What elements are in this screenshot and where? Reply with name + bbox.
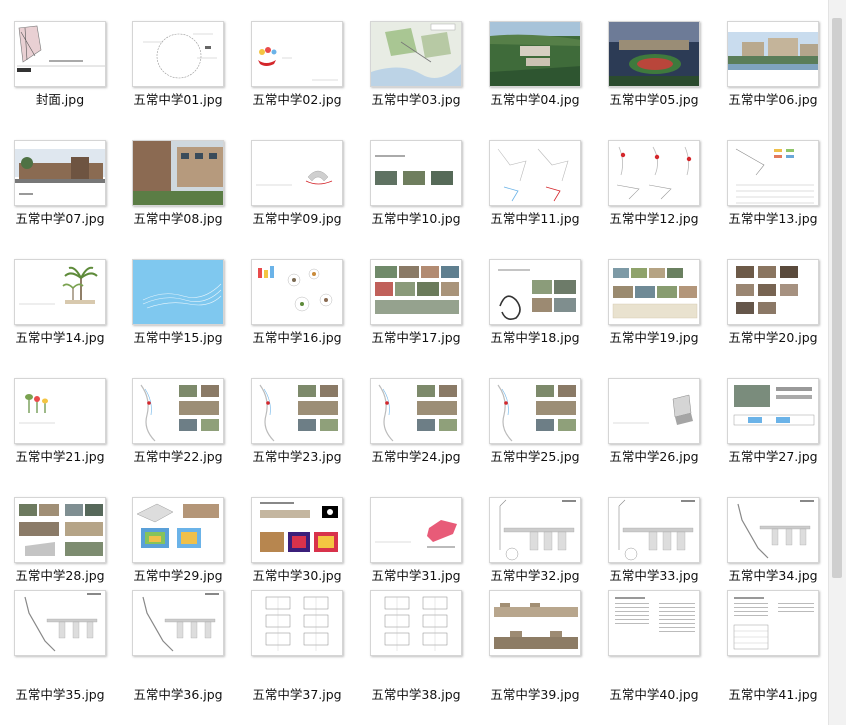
file-name-label[interactable]: 五常中学27.jpg	[713, 446, 833, 465]
file-name-label[interactable]: 五常中学06.jpg	[713, 89, 833, 108]
file-thumbnail[interactable]	[727, 378, 819, 444]
file-thumbnail[interactable]	[370, 140, 462, 206]
file-name-label[interactable]: 五常中学05.jpg	[594, 89, 714, 108]
file-thumbnail[interactable]	[370, 590, 462, 656]
file-name-label[interactable]: 五常中学12.jpg	[594, 208, 714, 227]
file-name-label[interactable]: 五常中学34.jpg	[713, 565, 833, 584]
file-name-label[interactable]: 五常中学35.jpg	[0, 684, 120, 703]
file-name-label[interactable]: 五常中学40.jpg	[594, 684, 714, 703]
file-name-label[interactable]: 五常中学37.jpg	[237, 684, 357, 703]
file-thumbnail[interactable]	[251, 378, 343, 444]
file-thumbnail[interactable]	[608, 140, 700, 206]
file-thumbnail[interactable]	[251, 21, 343, 87]
file-thumbnail[interactable]	[608, 378, 700, 444]
file-name-label[interactable]: 五常中学10.jpg	[356, 208, 476, 227]
file-name-label[interactable]: 五常中学28.jpg	[0, 565, 120, 584]
file-name-label[interactable]: 五常中学30.jpg	[237, 565, 357, 584]
file-thumbnail[interactable]	[489, 259, 581, 325]
file-thumbnail[interactable]	[370, 259, 462, 325]
file-name-label[interactable]: 五常中学16.jpg	[237, 327, 357, 346]
file-name-label[interactable]: 五常中学09.jpg	[237, 208, 357, 227]
file-name-label[interactable]: 五常中学15.jpg	[118, 327, 238, 346]
file-name-label[interactable]: 五常中学07.jpg	[0, 208, 120, 227]
file-name-label[interactable]: 五常中学22.jpg	[118, 446, 238, 465]
file-name-label[interactable]: 五常中学18.jpg	[475, 327, 595, 346]
file-thumbnail[interactable]	[727, 497, 819, 563]
file-thumbnail[interactable]	[132, 140, 224, 206]
file-thumbnail[interactable]	[489, 140, 581, 206]
file-name-label[interactable]: 五常中学32.jpg	[475, 565, 595, 584]
file-name-label[interactable]: 五常中学39.jpg	[475, 684, 595, 703]
file-thumbnail[interactable]	[132, 259, 224, 325]
file-thumbnail[interactable]	[608, 21, 700, 87]
file-name-label[interactable]: 五常中学24.jpg	[356, 446, 476, 465]
file-name-label[interactable]: 五常中学41.jpg	[713, 684, 833, 703]
file-name-label[interactable]: 五常中学08.jpg	[118, 208, 238, 227]
file-thumbnail[interactable]	[132, 497, 224, 563]
vertical-scrollbar[interactable]	[828, 0, 846, 725]
file-name-label[interactable]: 五常中学19.jpg	[594, 327, 714, 346]
file-thumbnail[interactable]	[251, 497, 343, 563]
file-thumbnail[interactable]	[370, 378, 462, 444]
file-thumbnail[interactable]	[14, 590, 106, 656]
file-name-label[interactable]: 五常中学03.jpg	[356, 89, 476, 108]
file-thumbnail[interactable]	[14, 378, 106, 444]
file-thumbnail[interactable]	[251, 590, 343, 656]
file-name-label[interactable]: 五常中学21.jpg	[0, 446, 120, 465]
file-name-label[interactable]: 五常中学11.jpg	[475, 208, 595, 227]
thumbnail-grid: 封面.jpg 五常中学01.jpg 五常中学02.jpg 五常中学03.jpg	[0, 0, 846, 725]
file-name-label[interactable]: 五常中学20.jpg	[713, 327, 833, 346]
file-thumbnail[interactable]	[132, 21, 224, 87]
file-thumbnail[interactable]	[608, 497, 700, 563]
file-thumbnail[interactable]	[14, 140, 106, 206]
file-thumbnail[interactable]	[251, 259, 343, 325]
file-thumbnail[interactable]	[14, 259, 106, 325]
file-name-label[interactable]: 五常中学38.jpg	[356, 684, 476, 703]
file-name-label[interactable]: 封面.jpg	[0, 89, 120, 108]
file-name-label[interactable]: 五常中学17.jpg	[356, 327, 476, 346]
file-name-label[interactable]: 五常中学23.jpg	[237, 446, 357, 465]
scrollbar-thumb[interactable]	[832, 18, 842, 578]
file-name-label[interactable]: 五常中学02.jpg	[237, 89, 357, 108]
file-thumbnail[interactable]	[489, 497, 581, 563]
file-thumbnail[interactable]	[132, 378, 224, 444]
file-thumbnail[interactable]	[489, 21, 581, 87]
file-thumbnail[interactable]	[370, 21, 462, 87]
file-name-label[interactable]: 五常中学14.jpg	[0, 327, 120, 346]
file-thumbnail[interactable]	[727, 21, 819, 87]
file-thumbnail[interactable]	[489, 590, 581, 656]
file-thumbnail[interactable]	[14, 497, 106, 563]
file-name-label[interactable]: 五常中学26.jpg	[594, 446, 714, 465]
file-thumbnail[interactable]	[14, 21, 106, 87]
file-name-label[interactable]: 五常中学33.jpg	[594, 565, 714, 584]
file-name-label[interactable]: 五常中学01.jpg	[118, 89, 238, 108]
file-thumbnail[interactable]	[132, 590, 224, 656]
file-thumbnail[interactable]	[251, 140, 343, 206]
file-thumbnail[interactable]	[727, 140, 819, 206]
file-name-label[interactable]: 五常中学36.jpg	[118, 684, 238, 703]
file-name-label[interactable]: 五常中学31.jpg	[356, 565, 476, 584]
file-thumbnail[interactable]	[727, 259, 819, 325]
file-thumbnail[interactable]	[608, 259, 700, 325]
file-name-label[interactable]: 五常中学04.jpg	[475, 89, 595, 108]
file-thumbnail[interactable]	[727, 590, 819, 656]
file-name-label[interactable]: 五常中学13.jpg	[713, 208, 833, 227]
file-thumbnail[interactable]	[608, 590, 700, 656]
file-thumbnail[interactable]	[489, 378, 581, 444]
file-thumbnail[interactable]	[370, 497, 462, 563]
file-name-label[interactable]: 五常中学29.jpg	[118, 565, 238, 584]
file-name-label[interactable]: 五常中学25.jpg	[475, 446, 595, 465]
